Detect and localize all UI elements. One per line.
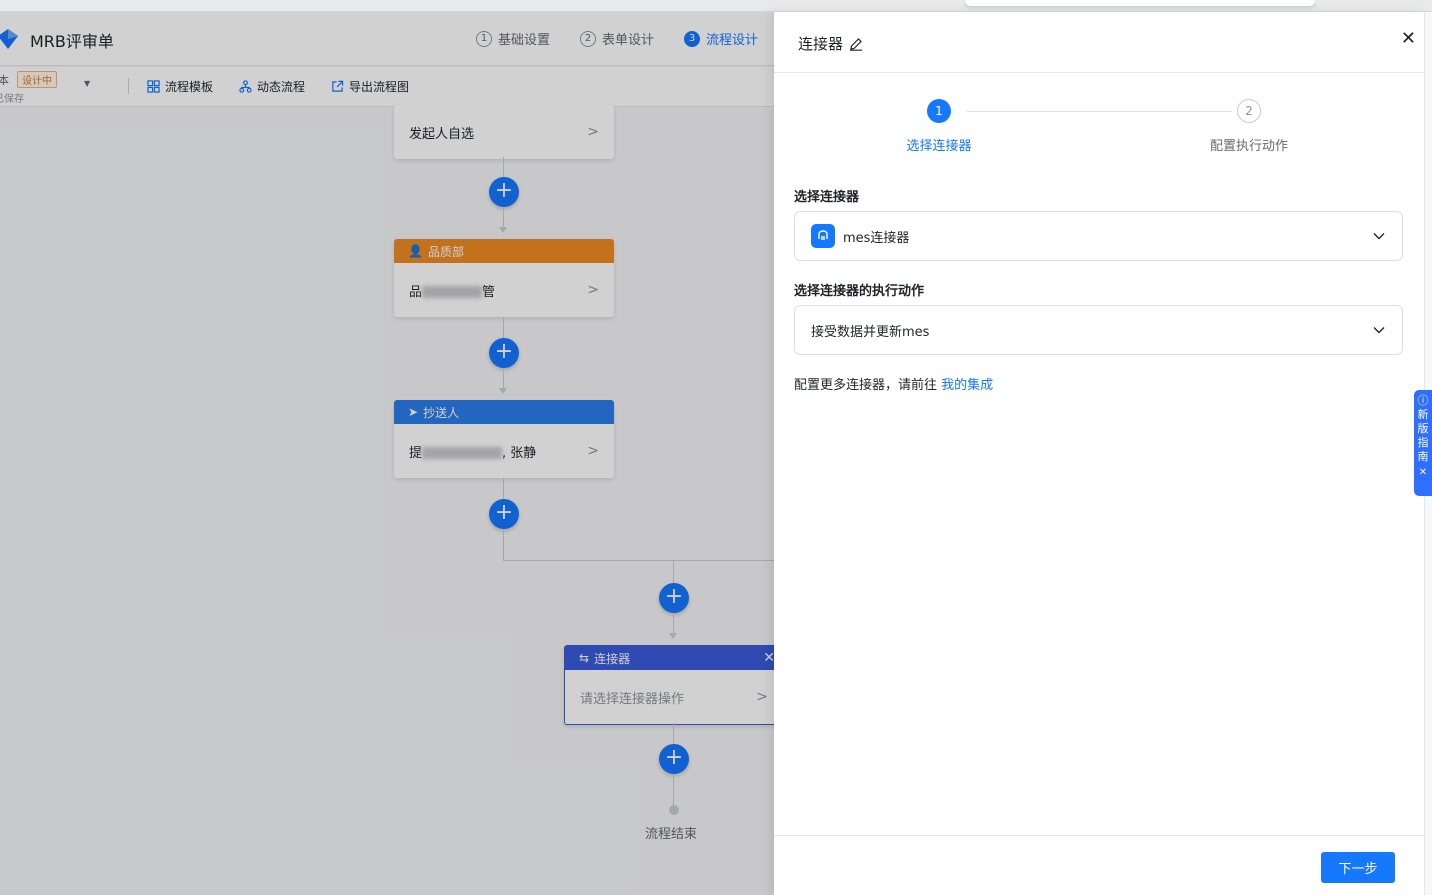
wizard-step-config-action[interactable]: 2 配置执行动作: [1189, 99, 1309, 154]
connector-drawer: 连接器 ✕ 1 选择连接器 2 配置执行动作 选择连接器 mes连接器 选择连接…: [774, 12, 1424, 895]
wizard-step-label: 选择连接器: [906, 139, 972, 154]
connector-value: mes连接器: [843, 230, 910, 246]
guide-char: 南: [1417, 450, 1429, 463]
edit-icon[interactable]: [849, 37, 863, 51]
wizard-step-select-connector[interactable]: 1 选择连接器: [879, 99, 999, 154]
select-value: mes连接器: [811, 224, 1372, 248]
connector-field-label: 选择连接器: [794, 190, 860, 205]
close-icon[interactable]: ✕: [1419, 466, 1427, 480]
guide-char: 新: [1417, 408, 1429, 421]
info-icon: ⓘ: [1417, 394, 1429, 407]
drawer-title: 连接器: [798, 33, 863, 54]
guide-char: 版: [1417, 422, 1429, 435]
action-value: 接受数据并更新mes: [811, 324, 930, 340]
select-value: 接受数据并更新mes: [811, 321, 1372, 340]
chevron-down-icon: [1373, 233, 1385, 240]
drawer-header: 连接器 ✕: [774, 12, 1424, 73]
popup-edge: [965, 0, 1315, 6]
modal-mask[interactable]: [0, 12, 774, 895]
hint-text: 配置更多连接器，请前往: [794, 378, 938, 393]
action-field-label: 选择连接器的执行动作: [794, 284, 925, 299]
drawer-footer: 下一步: [774, 835, 1424, 895]
my-integrations-link[interactable]: 我的集成: [941, 378, 993, 393]
connector-select[interactable]: mes连接器: [794, 211, 1403, 261]
browser-top-strip: [0, 0, 1432, 12]
guide-char: 指: [1417, 436, 1429, 449]
next-step-button[interactable]: 下一步: [1321, 852, 1395, 883]
close-icon[interactable]: ✕: [1401, 28, 1416, 49]
wizard-step-number: 1: [927, 99, 951, 123]
drawer-title-text: 连接器: [798, 35, 844, 53]
wizard-step-label: 配置执行动作: [1209, 139, 1288, 154]
integration-hint: 配置更多连接器，请前往 我的集成: [794, 374, 993, 393]
wizard-step-number: 2: [1237, 99, 1261, 123]
new-guide-tab[interactable]: ⓘ 新 版 指 南 ✕: [1414, 390, 1432, 496]
mes-connector-icon: [811, 224, 835, 248]
action-select[interactable]: 接受数据并更新mes: [794, 305, 1403, 355]
chevron-down-icon: [1373, 327, 1385, 334]
